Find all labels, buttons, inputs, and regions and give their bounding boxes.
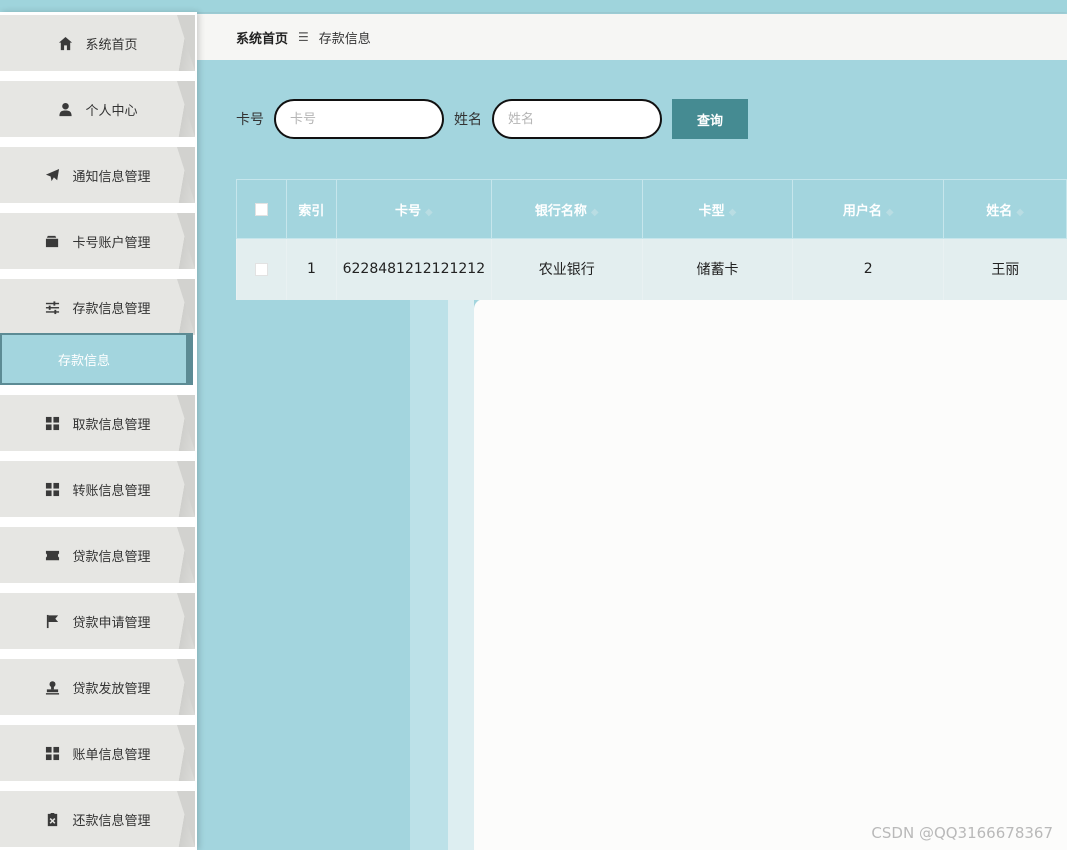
sidebar-item-notice[interactable]: 通知信息管理 xyxy=(0,147,195,203)
sort-icon[interactable]: ◆ xyxy=(729,207,737,218)
grid-icon xyxy=(44,415,60,431)
sidebar-item-label: 个人中心 xyxy=(85,103,138,119)
column-header-card-type[interactable]: 卡型 ◆ xyxy=(641,179,794,239)
breadcrumb-separator-icon: ☰ xyxy=(298,30,309,44)
sidebar-item-card-account[interactable]: 卡号账户管理 xyxy=(0,213,195,269)
sidebar: 系统首页 个人中心 通知信息管理 卡号账户管理 存款信息管理 存款信息 取款信息… xyxy=(0,12,197,850)
select-all-checkbox[interactable] xyxy=(254,202,268,216)
column-header-name[interactable]: 姓名 ◆ xyxy=(943,179,1067,239)
cell-index: 1 xyxy=(285,238,337,300)
user-icon xyxy=(57,101,73,117)
cell-name: 王丽 xyxy=(943,238,1067,300)
ticket-icon xyxy=(44,547,60,563)
sidebar-item-label: 存款信息管理 xyxy=(72,301,151,317)
breadcrumb: 系统首页 ☰ 存款信息 xyxy=(197,14,1067,60)
sidebar-item-repayment[interactable]: 还款信息管理 xyxy=(0,791,195,847)
breadcrumb-current: 存款信息 xyxy=(318,31,371,47)
card-number-input[interactable] xyxy=(274,99,444,139)
main-content: 卡号 姓名 查询 索引 卡号◆ 银行名称◆ 卡型◆ 用户名◆ 姓名◆ xyxy=(197,70,1067,850)
sidebar-item-label: 卡号账户管理 xyxy=(72,235,151,251)
breadcrumb-home[interactable]: 系统首页 xyxy=(236,28,288,47)
panel-edge xyxy=(448,299,474,850)
sidebar-item-transfer[interactable]: 转账信息管理 xyxy=(0,461,195,517)
sidebar-item-bill[interactable]: 账单信息管理 xyxy=(0,725,195,781)
sidebar-item-loan-release[interactable]: 贷款发放管理 xyxy=(0,659,195,715)
grid-icon xyxy=(44,481,60,497)
watermark: CSDN @QQ3166678367 xyxy=(871,824,1053,842)
search-button[interactable]: 查询 xyxy=(672,99,748,139)
search-form: 卡号 姓名 查询 xyxy=(236,99,748,139)
column-header-username[interactable]: 用户名 ◆ xyxy=(792,179,945,239)
sidebar-item-deposit[interactable]: 存款信息管理 xyxy=(0,279,195,335)
sidebar-item-loan-apply[interactable]: 贷款申请管理 xyxy=(0,593,195,649)
sort-icon[interactable]: ◆ xyxy=(1016,207,1024,218)
sidebar-item-withdraw[interactable]: 取款信息管理 xyxy=(0,395,195,451)
sliders-icon xyxy=(44,299,60,315)
sidebar-subitem-deposit-info[interactable]: 存款信息 xyxy=(0,333,193,385)
stamp-icon xyxy=(44,679,60,695)
column-header-index: 索引 xyxy=(285,179,337,239)
sidebar-item-label: 系统首页 xyxy=(85,37,138,53)
sidebar-item-label: 账单信息管理 xyxy=(72,747,151,763)
wallet-icon xyxy=(44,233,60,249)
name-label: 姓名 xyxy=(454,112,482,128)
card-number-label: 卡号 xyxy=(236,112,264,128)
select-all-cell xyxy=(236,179,287,239)
sidebar-item-label: 还款信息管理 xyxy=(72,813,151,829)
sort-icon[interactable]: ◆ xyxy=(591,207,599,218)
column-header-bank-name[interactable]: 银行名称 ◆ xyxy=(490,179,643,239)
panel-edge xyxy=(410,299,448,850)
sidebar-item-label: 取款信息管理 xyxy=(72,417,151,433)
sidebar-item-profile[interactable]: 个人中心 xyxy=(0,81,195,137)
cell-bank-name: 农业银行 xyxy=(490,238,643,300)
cell-card-type: 储蓄卡 xyxy=(641,238,793,300)
send-icon xyxy=(44,167,60,183)
sort-icon[interactable]: ◆ xyxy=(886,207,894,218)
flag-icon xyxy=(44,613,60,629)
column-header-card-number[interactable]: 卡号 ◆ xyxy=(335,179,492,239)
cell-card-number: 6228481212121212 xyxy=(335,238,492,300)
top-bar xyxy=(0,0,1067,12)
sidebar-item-home[interactable]: 系统首页 xyxy=(0,15,195,71)
sidebar-item-label: 通知信息管理 xyxy=(72,169,151,185)
table-row[interactable]: 1 6228481212121212 农业银行 储蓄卡 2 王丽 xyxy=(236,238,1067,300)
name-input[interactable] xyxy=(492,99,662,139)
sidebar-item-label: 贷款申请管理 xyxy=(72,615,151,631)
deposit-table: 索引 卡号 ◆ 银行名称 ◆ 卡型 ◆ 用户名 ◆ 姓名 ◆ 1 622848121212… xyxy=(236,179,1067,300)
cell-username: 2 xyxy=(792,238,944,300)
sort-icon[interactable]: ◆ xyxy=(425,207,433,218)
row-checkbox[interactable] xyxy=(254,262,268,276)
clipboard-icon xyxy=(44,811,60,827)
table-header-row: 索引 卡号 ◆ 银行名称 ◆ 卡型 ◆ 用户名 ◆ 姓名 ◆ xyxy=(236,179,1067,239)
sidebar-item-label: 转账信息管理 xyxy=(72,483,151,499)
row-select-cell xyxy=(236,238,287,300)
sidebar-item-label: 贷款信息管理 xyxy=(72,549,151,565)
sidebar-item-loan[interactable]: 贷款信息管理 xyxy=(0,527,195,583)
home-icon xyxy=(57,35,73,51)
content-panel xyxy=(474,299,1067,850)
sidebar-item-label: 贷款发放管理 xyxy=(72,681,151,697)
grid-icon xyxy=(44,745,60,761)
